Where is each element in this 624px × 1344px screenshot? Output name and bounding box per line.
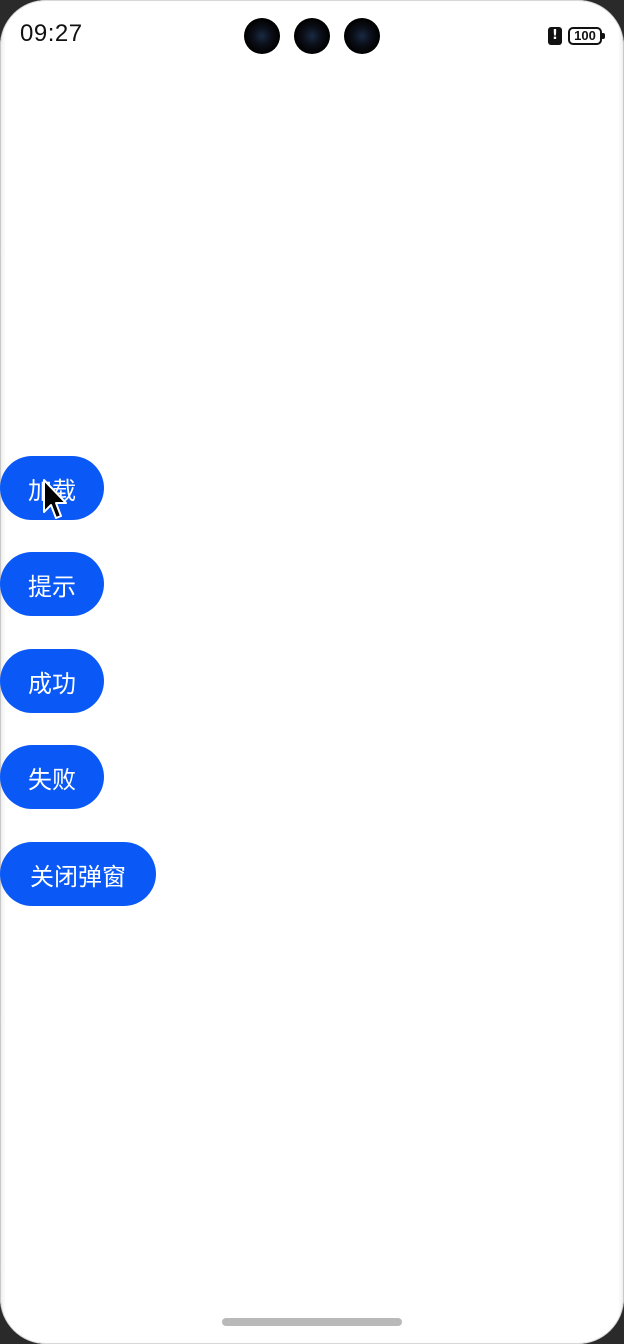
hint-button[interactable]: 提示 [0,552,104,616]
success-button[interactable]: 成功 [0,649,104,713]
close-dialog-button[interactable]: 关闭弹窗 [0,842,156,906]
load-button[interactable]: 加载 [0,456,104,520]
camera-lens-icon [294,18,330,54]
home-indicator[interactable] [222,1318,402,1326]
camera-lens-icon [344,18,380,54]
phone-screen: 09:27 100 加载 提示 成功 失败 关闭弹窗 [0,0,624,1344]
battery-level: 100 [574,28,596,43]
fail-button[interactable]: 失败 [0,745,104,809]
status-indicators: 100 [548,24,605,48]
status-time: 09:27 [20,20,83,47]
battery-alert-icon [548,27,562,45]
battery-icon: 100 [568,27,605,45]
frame-edge-right [618,30,624,1314]
camera-lens-icon [244,18,280,54]
status-bar: 09:27 100 [0,0,624,70]
